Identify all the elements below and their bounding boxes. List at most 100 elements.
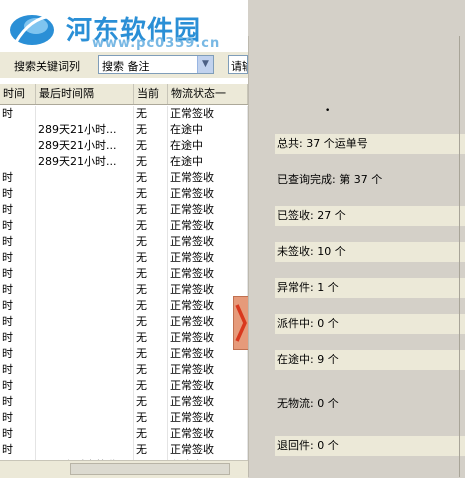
site-header: 河东软件园 www.pc0359.cn [0, 0, 248, 52]
cell-current: 无 [134, 154, 168, 170]
cell-last-interval [36, 170, 134, 186]
cell-time: 时 [0, 330, 36, 346]
table-row[interactable]: 时无正常签收 [0, 394, 248, 410]
table-row[interactable]: 时无正常签收 [0, 346, 248, 362]
cell-last-interval [36, 378, 134, 394]
cell-current: 无 [134, 442, 168, 458]
table-row[interactable]: 时无正常签收 [0, 426, 248, 442]
stat-in-transit: 在途中: 9 个 [275, 350, 465, 370]
table-row[interactable]: 时无正常签收 [0, 106, 248, 122]
table-row[interactable]: 时 无正常签收 [0, 250, 248, 266]
cell-time: 时 [0, 202, 36, 218]
stat-returned: 退回件: 0 个 [275, 436, 465, 456]
cell-time: 时 [0, 346, 36, 362]
cell-last-interval [36, 218, 134, 234]
cell-current: 无 [134, 426, 168, 442]
table-row[interactable]: 时无正常签收 [0, 362, 248, 378]
table-row[interactable]: 时无正常签收 [0, 330, 248, 346]
search-column-label: 搜索关键词列 [14, 60, 80, 73]
cell-time [0, 154, 36, 170]
cell-time: 时 [0, 218, 36, 234]
table-header: 时间 最后时间隔 当前 物流状态一 [0, 84, 248, 105]
cell-last-interval [36, 362, 134, 378]
cell-current: 无 [134, 138, 168, 154]
stat-query-progress: 已查询完成: 第 37 个 [277, 173, 383, 186]
cell-current: 无 [134, 234, 168, 250]
table-row[interactable]: 289天21小时... 无在途中 [0, 138, 248, 154]
leaf-logo-icon [10, 14, 54, 45]
table-row[interactable]: 时无正常签收 [0, 298, 248, 314]
cell-time: 时 [0, 410, 36, 426]
table-row[interactable]: 时无正常签收 [0, 314, 248, 330]
cell-time: 时 [0, 250, 36, 266]
table-row[interactable]: 289天21小时... 无在途中 [0, 154, 248, 170]
cell-current: 无 [134, 282, 168, 298]
stat-delivering: 派件中: 0 个 [275, 314, 465, 334]
stat-unsigned: 未签收: 10 个 [275, 242, 465, 262]
panel-toggle-button[interactable] [233, 296, 249, 350]
col-header-current[interactable]: 当前 [134, 84, 168, 104]
status-dot: • [325, 106, 331, 116]
cell-status: 正常签收 [168, 442, 248, 458]
table-row[interactable]: 时 无正常签收 [0, 218, 248, 234]
cell-status: 在途中 [168, 154, 248, 170]
cell-time: 时 [0, 362, 36, 378]
table-row[interactable]: 时 无正常签收 [0, 234, 248, 250]
col-header-last-interval[interactable]: 最后时间隔 [36, 84, 134, 104]
search-input-text: 请输 [231, 60, 247, 73]
table-row[interactable]: 289天21小时... 无在途中 [0, 122, 248, 138]
cell-time: 时 [0, 394, 36, 410]
waybill-table: 时间 最后时间隔 当前 物流状态一 时无正常签收 289天21小时... 无在途中 2… [0, 78, 248, 460]
table-row[interactable]: 时无正常签收 [0, 186, 248, 202]
cell-current: 无 [134, 202, 168, 218]
table-row[interactable]: 时无正常签收 [0, 442, 248, 458]
cell-status: 正常签收 [168, 378, 248, 394]
cell-last-interval: 289天21小时... [36, 154, 134, 170]
cell-current: 无 [134, 122, 168, 138]
cell-current: 无 [134, 378, 168, 394]
cell-last-interval [36, 250, 134, 266]
cell-last-interval [36, 234, 134, 250]
cell-current: 无 [134, 250, 168, 266]
cell-status: 正常签收 [168, 266, 248, 282]
col-header-time[interactable]: 时间 [0, 84, 36, 104]
stat-signed: 已签收: 27 个 [275, 206, 465, 226]
cell-status: 正常签收 [168, 186, 248, 202]
table-row[interactable]: 时无正常签收 [0, 410, 248, 426]
cell-time: 时 [0, 378, 36, 394]
select-value: 搜索 备注 [102, 60, 150, 73]
cell-status: 正常签收 [168, 426, 248, 442]
cell-time: 时 [0, 186, 36, 202]
cell-current: 无 [134, 170, 168, 186]
cell-status: 正常签收 [168, 218, 248, 234]
search-input[interactable]: 请输 [228, 55, 248, 74]
cell-time: 时 [0, 170, 36, 186]
cell-status: 正常签收 [168, 106, 248, 122]
cell-current: 无 [134, 298, 168, 314]
cell-status: 正常签收 [168, 362, 248, 378]
col-header-status[interactable]: 物流状态一 [168, 84, 248, 104]
scrollbar-thumb[interactable] [70, 463, 230, 475]
chevron-down-icon[interactable]: ▼ [197, 56, 213, 73]
cell-time: 时 [0, 282, 36, 298]
cell-last-interval [36, 106, 134, 122]
cell-current: 无 [134, 218, 168, 234]
cell-last-interval [36, 330, 134, 346]
table-row[interactable]: 时无正常签收 [0, 202, 248, 218]
cell-last-interval [36, 282, 134, 298]
cell-status: 正常签收 [168, 234, 248, 250]
stat-no-logistics: 无物流: 0 个 [277, 397, 339, 410]
table-row[interactable]: 时无正常签收 [0, 170, 248, 186]
cell-status: 正常签收 [168, 250, 248, 266]
search-toolbar: 搜索关键词列 搜索 备注 ▼ 请输 [0, 52, 248, 79]
stats-panel: • 总共: 37 个运单号 已查询完成: 第 37 个 已签收: 27 个 未签… [248, 36, 465, 477]
table-row[interactable]: 时无正常签收 [0, 266, 248, 282]
cell-current: 无 [134, 394, 168, 410]
table-row[interactable]: 时无正常签收 [0, 282, 248, 298]
search-column-select[interactable]: 搜索 备注 ▼ [98, 55, 214, 74]
cell-last-interval [36, 410, 134, 426]
cell-time: 时 [0, 234, 36, 250]
cell-last-interval [36, 394, 134, 410]
table-row[interactable]: 时 无正常签收 [0, 378, 248, 394]
horizontal-scrollbar[interactable] [0, 460, 248, 478]
